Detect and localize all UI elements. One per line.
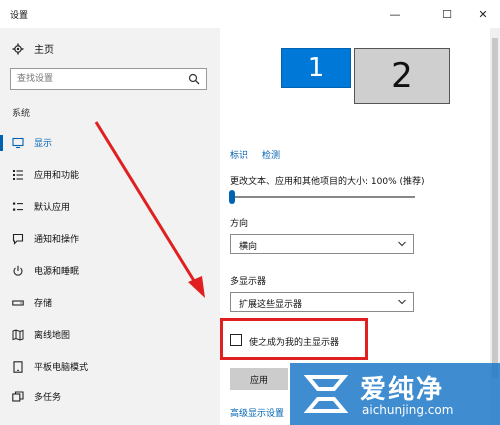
map-icon <box>12 329 24 341</box>
scrollbar-thumb[interactable] <box>492 38 498 378</box>
watermark-logo-icon <box>304 375 349 413</box>
scale-slider-track[interactable] <box>232 196 415 198</box>
sidebar-item-default-apps[interactable]: 默认应用 <box>0 196 220 218</box>
monitor-2-tile[interactable]: 2 <box>354 48 450 104</box>
chevron-down-icon <box>398 299 406 305</box>
sidebar-item-offline-maps[interactable]: 离线地图 <box>0 324 220 346</box>
orientation-label: 方向 <box>230 219 249 229</box>
watermark-title: 爱纯净 <box>360 375 445 405</box>
sidebar-item-label: 存储 <box>34 299 53 309</box>
orientation-value: 横向 <box>239 242 258 252</box>
detect-link[interactable]: 检测 <box>262 148 280 161</box>
power-icon <box>13 265 23 276</box>
default-apps-icon <box>13 202 23 211</box>
chevron-down-icon <box>398 241 406 247</box>
sidebar-item-label: 离线地图 <box>34 331 71 341</box>
multitask-icon <box>12 391 24 402</box>
sidebar-item-label: 平板电脑模式 <box>34 363 89 373</box>
sidebar-item-multitasking[interactable]: 多任务 <box>0 386 220 408</box>
home-label: 主页 <box>34 45 54 56</box>
section-label-system: 系统 <box>12 109 31 119</box>
sidebar-item-display[interactable]: 显示 <box>0 132 220 154</box>
sidebar-item-tablet-mode[interactable]: 平板电脑模式 <box>0 356 220 378</box>
active-indicator <box>0 135 3 151</box>
sidebar-item-label: 电源和睡眠 <box>34 267 80 277</box>
watermark-subtitle: aichunjing.com <box>362 403 454 417</box>
monitor-icon <box>12 137 24 149</box>
main-display-checkbox-label[interactable]: 使之成为我的主显示器 <box>249 335 339 348</box>
sidebar-item-label: 默认应用 <box>34 203 71 213</box>
tablet-icon <box>13 361 23 373</box>
monitor-number: 2 <box>391 56 413 96</box>
sidebar-item-notifications[interactable]: 通知和操作 <box>0 228 220 250</box>
sidebar-item-label: 通知和操作 <box>34 235 80 245</box>
search-input[interactable] <box>11 69 181 89</box>
monitor-number: 1 <box>307 53 325 83</box>
orientation-dropdown[interactable]: 横向 <box>230 234 414 254</box>
search-icon[interactable] <box>188 73 200 85</box>
sidebar: 主页 系统 显示 应用和功能 默认应用 <box>0 28 220 425</box>
sidebar-item-apps[interactable]: 应用和功能 <box>0 164 220 186</box>
sidebar-item-power[interactable]: 电源和睡眠 <box>0 260 220 282</box>
apps-list-icon <box>13 170 23 180</box>
gear-icon <box>12 43 24 54</box>
storage-icon <box>12 300 24 306</box>
sidebar-item-label: 应用和功能 <box>34 171 80 181</box>
multi-display-dropdown[interactable]: 扩展这些显示器 <box>230 292 414 312</box>
title-bar: 设置 — ☐ ✕ <box>0 0 500 28</box>
maximize-button[interactable]: ☐ <box>432 4 462 24</box>
home-nav-item[interactable]: 主页 <box>12 41 54 56</box>
close-button[interactable]: ✕ <box>468 4 498 24</box>
minimize-button[interactable]: — <box>380 4 410 24</box>
scale-label: 更改文本、应用和其他项目的大小: 100% (推荐) <box>230 177 425 187</box>
advanced-display-settings-link[interactable]: 高级显示设置 <box>230 406 284 419</box>
watermark-badge: 爱纯净 aichunjing.com <box>290 363 500 425</box>
apply-button[interactable]: 应用 <box>230 368 288 390</box>
identify-link[interactable]: 标识 <box>230 148 248 161</box>
sidebar-item-label: 显示 <box>34 139 53 149</box>
sidebar-item-storage[interactable]: 存储 <box>0 292 220 314</box>
window-title: 设置 <box>10 11 29 21</box>
sidebar-item-label: 多任务 <box>34 393 62 403</box>
scale-slider-thumb[interactable] <box>229 190 235 204</box>
notification-icon <box>12 233 24 245</box>
multi-display-label: 多显示器 <box>230 277 267 287</box>
multi-display-value: 扩展这些显示器 <box>239 300 303 310</box>
main-display-checkbox[interactable] <box>230 334 242 346</box>
search-box[interactable] <box>10 68 207 90</box>
monitor-1-tile[interactable]: 1 <box>281 48 351 88</box>
